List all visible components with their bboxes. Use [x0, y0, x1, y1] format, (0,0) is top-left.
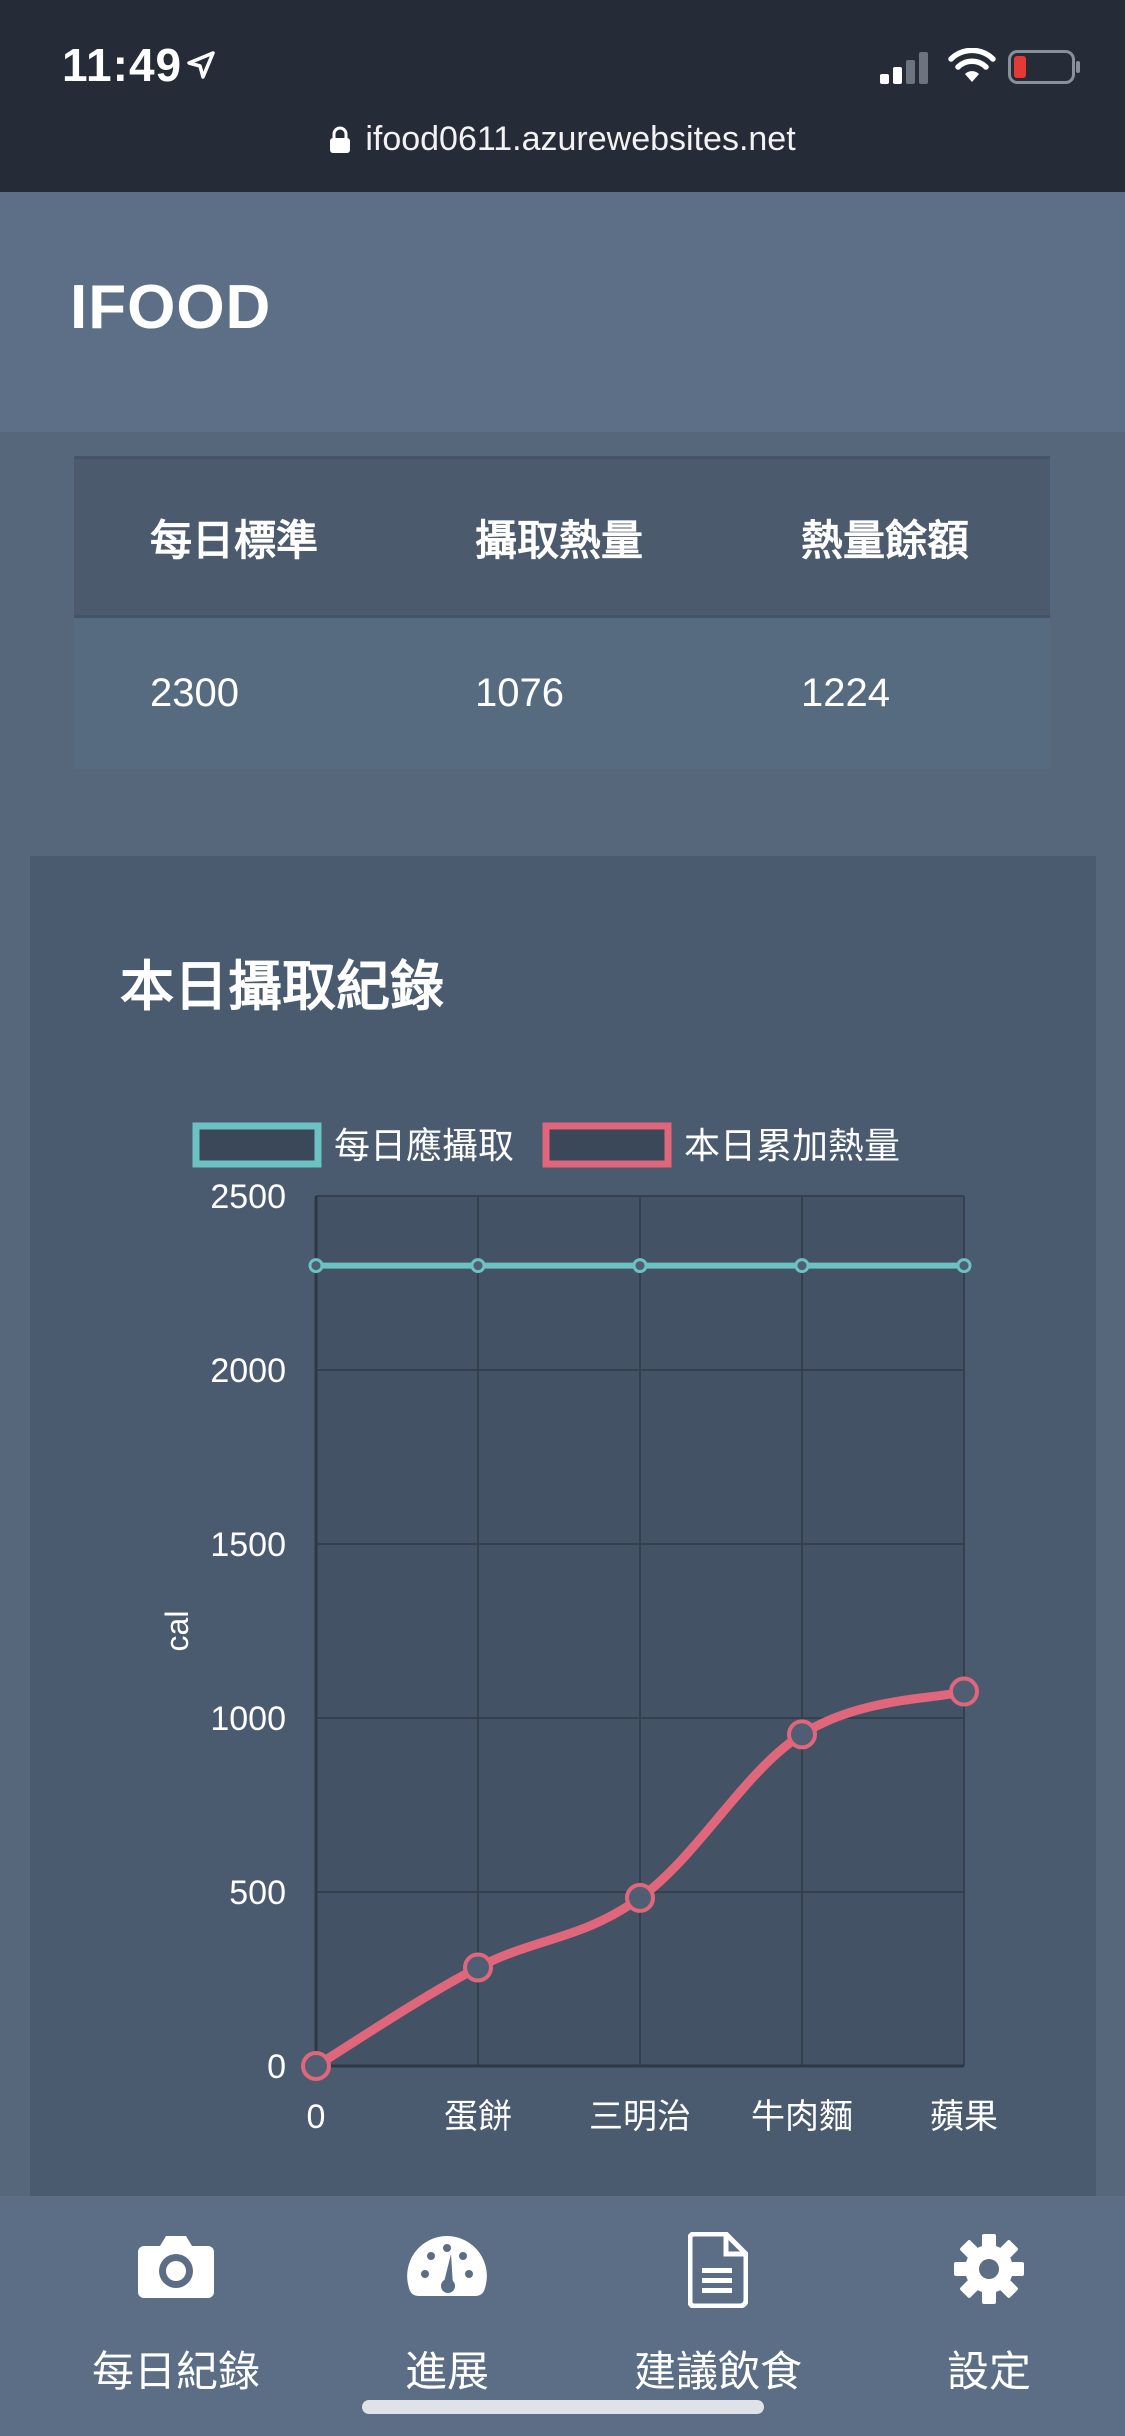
legend-label: 本日累加熱量 — [684, 1125, 900, 1166]
data-point — [463, 1952, 493, 1983]
nav-label: 建議飲食 — [633, 2348, 802, 2395]
legend-swatch — [542, 1122, 672, 1168]
data-point — [949, 1676, 979, 1707]
camera-icon — [138, 2236, 214, 2298]
header-intake: 攝取熱量 — [475, 516, 644, 564]
nav-label: 進展 — [404, 2348, 489, 2395]
calorie-summary-table: 每日標準 攝取熱量 熱量餘額 2300 1076 1224 — [74, 456, 1050, 769]
data-point — [956, 1258, 972, 1274]
legend-label: 每日應攝取 — [334, 1125, 514, 1166]
nav-daily-record[interactable]: 每日紀錄 — [46, 2196, 306, 2436]
x-tick-label: 蘋果 — [930, 2098, 998, 2136]
x-tick-label: 三明治 — [589, 2098, 691, 2136]
table-header-row: 每日標準 攝取熱量 熱量餘額 — [74, 456, 1050, 618]
data-point — [632, 1258, 648, 1274]
value-daily-standard: 2300 — [150, 671, 239, 715]
app-title[interactable]: IFOOD — [70, 272, 271, 343]
home-indicator — [362, 2400, 764, 2414]
app-header: IFOOD — [0, 192, 1125, 432]
url-text: ifood0611.azurewebsites.net — [365, 120, 796, 158]
x-tick-label: 蛋餅 — [444, 2098, 512, 2136]
nav-settings[interactable]: 設定 — [859, 2196, 1119, 2436]
y-tick-label: 2000 — [210, 1352, 286, 1390]
address-bar[interactable]: ifood0611.azurewebsites.net — [0, 120, 1125, 159]
cellular-signal-icon — [880, 52, 928, 84]
data-point — [794, 1258, 810, 1274]
status-bar: 11:49 ifood0611.azurewebsites.net — [0, 0, 1125, 192]
document-icon — [688, 2232, 748, 2308]
bottom-nav: 每日紀錄 進展 建議飲食 設定 — [0, 2196, 1125, 2436]
data-point — [301, 2051, 331, 2081]
y-tick-label: 500 — [229, 1874, 286, 1912]
nav-label: 設定 — [946, 2348, 1031, 2395]
data-point — [470, 1258, 486, 1274]
wifi-icon — [948, 48, 996, 82]
calorie-line-chart: 2500 2000 1500 1000 500 00 蛋餅 三明治 牛肉麵 蘋果 cal 每日應攝取 本… — [159, 1122, 998, 2136]
header-daily-standard: 每日標準 — [150, 516, 319, 564]
y-axis-title: cal — [159, 1611, 195, 1652]
data-point — [787, 1719, 817, 1750]
y-tick-label: 1500 — [210, 1526, 286, 1564]
battery-low-icon — [1008, 50, 1080, 84]
value-remaining: 1224 — [801, 671, 890, 715]
y-tick-label: 2500 — [210, 1178, 286, 1216]
chart-card: 本日攝取紀錄 2500 2000 1500 1000 500 0 0 蛋餅 三明治 牛肉麵 蘋果 ca… — [30, 856, 1096, 2196]
location-arrow-icon — [187, 51, 215, 79]
value-intake: 1076 — [475, 671, 564, 715]
y-tick-label: 0 — [267, 2048, 286, 2086]
status-time: 11:49 — [62, 39, 183, 91]
legend-swatch — [192, 1122, 322, 1168]
header-remaining: 熱量餘額 — [801, 516, 970, 564]
lock-icon — [330, 126, 351, 153]
data-point — [625, 1882, 655, 1913]
x-tick-label: 0 — [307, 2098, 326, 2136]
gear-icon — [954, 2234, 1024, 2304]
nav-label: 每日紀錄 — [91, 2348, 260, 2395]
x-tick-label: 牛肉麵 — [751, 2098, 853, 2136]
table-row: 2300 1076 1224 — [74, 618, 1050, 769]
gauge-icon — [407, 2236, 487, 2296]
data-point — [308, 1258, 324, 1274]
y-tick-label: 1000 — [210, 1700, 286, 1738]
